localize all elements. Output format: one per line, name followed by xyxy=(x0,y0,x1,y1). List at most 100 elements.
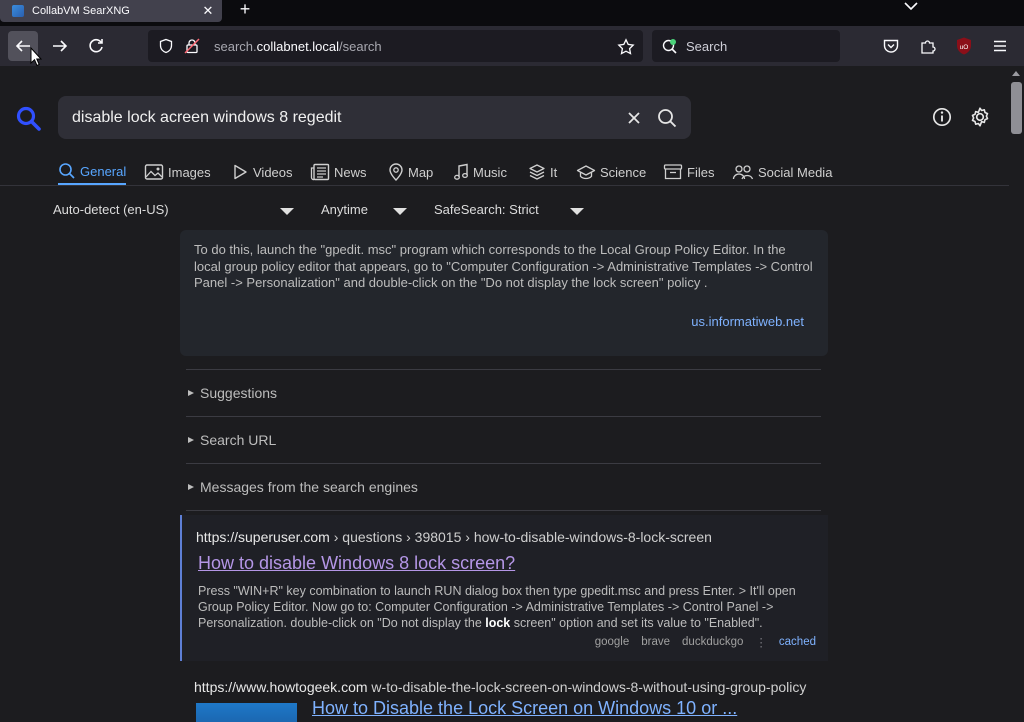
disclosure-triangle-icon xyxy=(188,436,194,443)
tab-social-media[interactable]: Social Media xyxy=(732,159,832,185)
disclosure-triangle-icon xyxy=(188,483,194,490)
tab-videos[interactable]: Videos xyxy=(231,159,293,185)
search-result: https://superuser.com › questions › 3980… xyxy=(180,515,828,661)
search-engine-icon xyxy=(662,39,677,54)
suggestions-label: Suggestions xyxy=(200,384,278,401)
search-filters: Auto-detect (en-US) Anytime SafeSearch: … xyxy=(0,202,1009,222)
engine-messages-toggle[interactable]: Messages from the search engines xyxy=(186,463,821,509)
reload-icon xyxy=(89,38,103,53)
tab-music[interactable]: Music xyxy=(453,159,507,185)
search-url-label: Search URL xyxy=(200,431,277,448)
music-note-icon xyxy=(454,163,468,180)
layers-icon xyxy=(529,164,545,180)
page-content: General Images Videos News Map Music It xyxy=(0,66,1009,722)
tab-label: News xyxy=(334,164,367,180)
search-icon xyxy=(59,163,75,179)
disclosure-triangle-icon xyxy=(188,389,194,396)
result-url[interactable]: https://superuser.com › questions › 3980… xyxy=(196,529,712,545)
forward-arrow-icon xyxy=(53,40,68,52)
forward-button[interactable] xyxy=(45,31,75,61)
newspaper-icon xyxy=(310,163,330,181)
info-icon[interactable] xyxy=(932,107,952,127)
tab-label: Music xyxy=(473,164,507,180)
people-icon xyxy=(732,165,754,180)
tab-label: Images xyxy=(168,164,211,180)
tab-label: Videos xyxy=(253,164,293,180)
hamburger-menu-icon[interactable] xyxy=(991,37,1009,55)
search-result: https://www.howtogeek.com w-to-disable-t… xyxy=(180,669,828,722)
address-bar[interactable]: search.collabnet.local/search xyxy=(148,30,643,62)
result-snippet: Press "WIN+R" key combination to launch … xyxy=(198,584,796,630)
ublock-origin-icon[interactable]: uO xyxy=(954,36,974,56)
new-tab-button[interactable]: + xyxy=(236,0,254,19)
scroll-up-arrow-icon[interactable] xyxy=(1012,71,1020,76)
file-box-icon xyxy=(663,164,683,180)
scrollbar-thumb[interactable] xyxy=(1011,82,1022,134)
gear-icon[interactable] xyxy=(969,106,991,128)
list-all-tabs-icon[interactable] xyxy=(902,0,920,14)
result-url[interactable]: https://www.howtogeek.com w-to-disable-t… xyxy=(194,679,806,695)
answer-infobox: To do this, launch the "gpedit. msc" pro… xyxy=(180,230,828,356)
play-icon xyxy=(234,164,247,180)
mouse-pointer-icon xyxy=(30,47,42,67)
bookmark-star-icon[interactable] xyxy=(617,38,635,56)
tab-label: Science xyxy=(600,164,647,180)
search-submit-icon[interactable] xyxy=(656,107,678,129)
tab-science[interactable]: Science xyxy=(576,159,646,185)
shield-icon[interactable] xyxy=(158,38,174,54)
insecure-lock-icon[interactable] xyxy=(184,38,200,54)
tab-it[interactable]: It xyxy=(528,159,557,185)
extensions-puzzle-icon[interactable] xyxy=(919,37,937,55)
time-range-select[interactable]: Anytime xyxy=(321,202,368,217)
map-pin-icon xyxy=(389,163,403,181)
time-range-chevron-down-icon[interactable] xyxy=(393,208,407,215)
tab-general[interactable]: General xyxy=(58,159,127,185)
page-scrollbar[interactable] xyxy=(1009,66,1024,722)
search-url-toggle[interactable]: Search URL xyxy=(186,416,821,462)
tab-map[interactable]: Map xyxy=(388,159,433,185)
result-title-link[interactable]: How to disable Windows 8 lock screen? xyxy=(198,553,515,574)
browser-search-placeholder: Search xyxy=(686,38,728,54)
divider xyxy=(186,510,821,511)
navigation-toolbar: search.collabnet.local/search Search uO xyxy=(0,26,1024,66)
search-box xyxy=(58,96,691,139)
result-engines: google brave duckduckgo ⋮ cached xyxy=(595,635,816,649)
answer-source-link[interactable]: us.informatiweb.net xyxy=(691,314,804,329)
image-icon xyxy=(144,164,164,180)
tab-title: CollabVM SearXNG xyxy=(32,5,130,17)
language-select-value: Auto-detect (en-US) xyxy=(53,202,169,217)
url-text: search.collabnet.local/search xyxy=(214,38,382,54)
category-tabs: General Images Videos News Map Music It xyxy=(0,156,1009,186)
search-input[interactable] xyxy=(72,96,612,139)
browser-search-bar[interactable]: Search xyxy=(652,30,840,62)
pocket-icon[interactable] xyxy=(882,37,900,55)
tab-files[interactable]: Files xyxy=(663,159,714,185)
result-thumbnail[interactable] xyxy=(196,703,297,722)
clear-search-icon[interactable] xyxy=(624,108,644,128)
browser-tab[interactable]: CollabVM SearXNG ✕ xyxy=(0,0,222,22)
graduation-cap-icon xyxy=(576,165,596,180)
safesearch-chevron-down-icon[interactable] xyxy=(570,208,584,215)
safesearch-select[interactable]: SafeSearch: Strict xyxy=(434,202,539,217)
tab-strip: CollabVM SearXNG ✕ + xyxy=(0,0,1024,26)
tab-close-icon[interactable]: ✕ xyxy=(200,3,216,19)
tab-label: Social Media xyxy=(758,164,833,180)
suggestions-toggle[interactable]: Suggestions xyxy=(186,369,821,415)
language-chevron-down-icon[interactable] xyxy=(280,208,294,215)
result-title-link[interactable]: How to Disable the Lock Screen on Window… xyxy=(312,698,737,719)
tab-label: General xyxy=(80,163,127,179)
engine-label: brave xyxy=(641,636,671,648)
engine-label: duckduckgo xyxy=(682,636,744,648)
language-select[interactable]: Auto-detect (en-US) xyxy=(53,202,169,217)
engine-messages-label: Messages from the search engines xyxy=(200,478,418,495)
answer-text: To do this, launch the "gpedit. msc" pro… xyxy=(194,242,813,290)
reload-button[interactable] xyxy=(81,31,111,61)
svg-text:uO: uO xyxy=(960,44,969,51)
tab-news[interactable]: News xyxy=(310,159,367,185)
safesearch-value: SafeSearch: Strict xyxy=(434,202,539,217)
cached-link[interactable]: cached xyxy=(779,636,816,648)
tab-images[interactable]: Images xyxy=(144,159,211,185)
searxng-logo-icon[interactable] xyxy=(16,106,42,132)
vertical-dots-icon: ⋮ xyxy=(755,637,767,649)
time-range-value: Anytime xyxy=(321,202,368,217)
